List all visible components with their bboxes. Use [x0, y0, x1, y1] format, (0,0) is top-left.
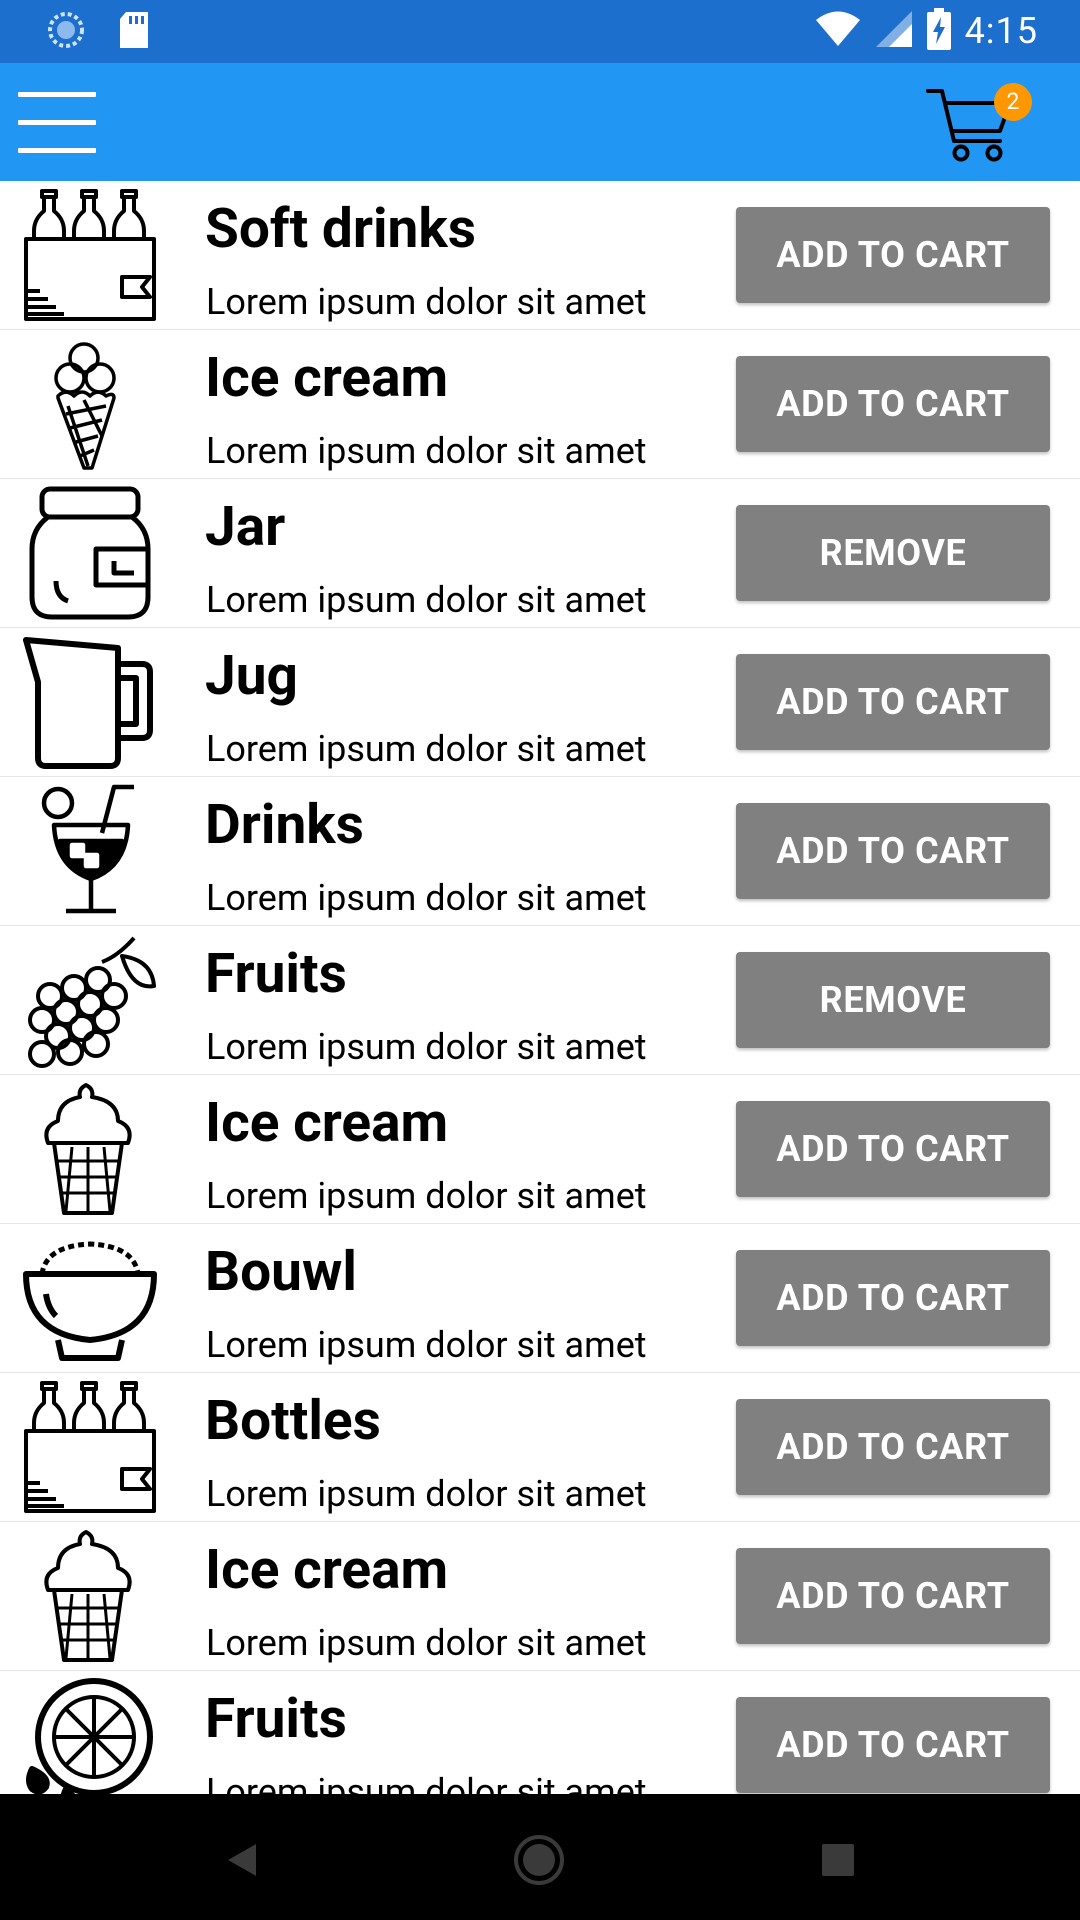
list-item: Fruits Lorem ipsum dolor sit amet ADD TO…	[0, 1671, 1080, 1794]
status-time: 4:15	[964, 10, 1038, 52]
item-description: Lorem ipsum dolor sit amet	[206, 1473, 647, 1515]
jar-icon	[22, 485, 158, 621]
product-list: Soft drinks Lorem ipsum dolor sit amet A…	[0, 181, 1080, 1794]
cart-button[interactable]: 2	[918, 79, 1038, 169]
add-to-cart-button[interactable]: ADD TO CART	[736, 207, 1050, 303]
list-item: Drinks Lorem ipsum dolor sit amet ADD TO…	[0, 777, 1080, 926]
item-title: Bouwl	[205, 1240, 357, 1304]
item-description: Lorem ipsum dolor sit amet	[206, 1771, 647, 1794]
citrus-slice-icon	[22, 1677, 158, 1794]
list-item: Ice cream Lorem ipsum dolor sit amet ADD…	[0, 1075, 1080, 1224]
remove-button[interactable]: REMOVE	[736, 952, 1050, 1048]
list-item: Jar Lorem ipsum dolor sit amet REMOVE	[0, 479, 1080, 628]
remove-button[interactable]: REMOVE	[736, 505, 1050, 601]
item-description: Lorem ipsum dolor sit amet	[206, 430, 647, 472]
item-description: Lorem ipsum dolor sit amet	[206, 281, 647, 323]
cocktail-icon	[22, 783, 158, 919]
item-title: Fruits	[205, 942, 347, 1006]
item-description: Lorem ipsum dolor sit amet	[206, 579, 647, 621]
list-item: Ice cream Lorem ipsum dolor sit amet ADD…	[0, 330, 1080, 479]
add-to-cart-button[interactable]: ADD TO CART	[736, 1697, 1050, 1793]
add-to-cart-button[interactable]: ADD TO CART	[736, 654, 1050, 750]
add-to-cart-button[interactable]: ADD TO CART	[736, 1399, 1050, 1495]
item-title: Fruits	[205, 1687, 347, 1751]
signal-icon	[875, 10, 913, 52]
soft-serve-icon	[22, 1528, 158, 1664]
hamburger-menu-icon[interactable]	[16, 87, 98, 159]
item-title: Jug	[205, 644, 298, 708]
item-description: Lorem ipsum dolor sit amet	[206, 1026, 647, 1068]
item-title: Bottles	[205, 1389, 381, 1453]
app-bar: 2	[0, 63, 1080, 181]
item-description: Lorem ipsum dolor sit amet	[206, 1324, 647, 1366]
item-title: Soft drinks	[205, 197, 476, 261]
item-title: Drinks	[205, 793, 364, 857]
sync-icon	[46, 10, 86, 54]
list-item: Soft drinks Lorem ipsum dolor sit amet A…	[0, 181, 1080, 330]
recents-icon[interactable]	[808, 1830, 868, 1890]
back-icon[interactable]	[212, 1830, 272, 1890]
bottle-crate-icon	[22, 187, 158, 323]
add-to-cart-button[interactable]: ADD TO CART	[736, 1101, 1050, 1197]
list-item: Ice cream Lorem ipsum dolor sit amet ADD…	[0, 1522, 1080, 1671]
list-item: Bouwl Lorem ipsum dolor sit amet ADD TO …	[0, 1224, 1080, 1373]
sd-card-icon	[118, 11, 150, 53]
wifi-icon	[815, 11, 861, 51]
add-to-cart-button[interactable]: ADD TO CART	[736, 356, 1050, 452]
ice-cream-cone-icon	[22, 336, 158, 472]
home-icon[interactable]	[509, 1830, 569, 1890]
item-title: Ice cream	[205, 346, 449, 410]
item-title: Ice cream	[205, 1538, 449, 1602]
list-item: Bottles Lorem ipsum dolor sit amet ADD T…	[0, 1373, 1080, 1522]
item-description: Lorem ipsum dolor sit amet	[206, 1175, 647, 1217]
list-item: Fruits Lorem ipsum dolor sit amet REMOVE	[0, 926, 1080, 1075]
add-to-cart-button[interactable]: ADD TO CART	[736, 1250, 1050, 1346]
add-to-cart-button[interactable]: ADD TO CART	[736, 803, 1050, 899]
battery-charging-icon	[926, 8, 951, 54]
jug-icon	[22, 634, 158, 770]
grapes-icon	[22, 932, 158, 1068]
bowl-icon	[22, 1230, 158, 1366]
bottle-crate-icon	[22, 1379, 158, 1515]
cart-count-badge: 2	[994, 83, 1032, 121]
item-description: Lorem ipsum dolor sit amet	[206, 728, 647, 770]
status-bar: 4:15	[0, 0, 1080, 63]
navigation-bar	[0, 1794, 1080, 1920]
add-to-cart-button[interactable]: ADD TO CART	[736, 1548, 1050, 1644]
item-description: Lorem ipsum dolor sit amet	[206, 877, 647, 919]
item-description: Lorem ipsum dolor sit amet	[206, 1622, 647, 1664]
item-title: Ice cream	[205, 1091, 449, 1155]
list-item: Jug Lorem ipsum dolor sit amet ADD TO CA…	[0, 628, 1080, 777]
soft-serve-icon	[22, 1081, 158, 1217]
item-title: Jar	[205, 495, 286, 559]
